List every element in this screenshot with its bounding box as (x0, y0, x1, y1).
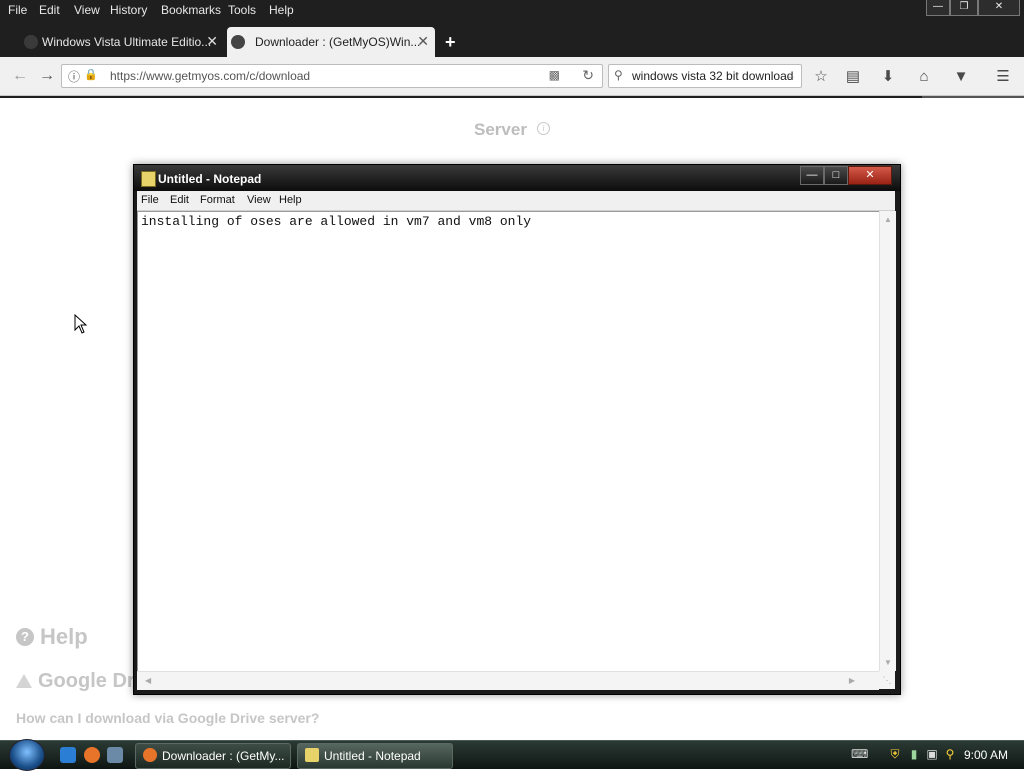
firefox-icon (143, 748, 157, 762)
menu-history[interactable]: History (110, 3, 147, 17)
notepad-text[interactable]: installing of oses are allowed in vm7 an… (141, 214, 531, 229)
restore-button[interactable]: ❐ (950, 0, 978, 16)
scroll-right-icon[interactable]: ▶ (849, 676, 855, 685)
notepad-icon (141, 171, 156, 187)
menu-view[interactable]: View (74, 3, 100, 17)
close-button[interactable]: ✕ (978, 0, 1020, 16)
start-orb-icon[interactable] (9, 739, 45, 771)
resize-grip-icon[interactable]: ⋱ (879, 671, 895, 689)
search-bar[interactable]: ⚲ windows vista 32 bit download → (608, 64, 802, 88)
notepad-minimize-button[interactable]: — (800, 166, 824, 185)
info-icon[interactable]: i (537, 122, 550, 135)
tab-title: Downloader : (GetMyOS)Win... (255, 35, 421, 49)
bookmark-star-icon[interactable]: ☆ (810, 66, 832, 88)
scroll-left-icon[interactable]: ◀ (145, 676, 151, 685)
home-icon[interactable]: ⌂ (913, 66, 935, 88)
url-bar[interactable]: ⓘ 🔒 https://www.getmyos.com/c/download ▩… (61, 64, 603, 88)
firefox-icon[interactable] (84, 747, 100, 763)
back-button[interactable]: ← (10, 66, 30, 86)
menu-help[interactable]: Help (269, 3, 294, 17)
notepad-titlebar[interactable]: Untitled - Notepad — □ ✕ (134, 165, 900, 191)
help-heading: Help (40, 624, 88, 649)
notepad-menu-edit[interactable]: Edit (170, 194, 189, 206)
menu-bookmarks[interactable]: Bookmarks (161, 3, 221, 17)
notepad-close-button[interactable]: ✕ (848, 166, 892, 185)
tab-strip: Windows Vista Ultimate Editio... ✕ Downl… (0, 27, 1024, 57)
search-query[interactable]: windows vista 32 bit download (632, 69, 793, 83)
taskbar-button-firefox[interactable]: Downloader : (GetMy... (135, 743, 291, 769)
site-info-icon[interactable]: ⓘ (68, 68, 80, 85)
keyboard-icon[interactable]: ⌨ (851, 747, 868, 763)
network-icon[interactable]: ▣ (924, 747, 940, 763)
notepad-menu-view[interactable]: View (247, 194, 271, 206)
lock-icon: 🔒 (84, 69, 98, 81)
browser-chrome: File Edit View History Bookmarks Tools H… (0, 0, 1024, 98)
url-text[interactable]: https://www.getmyos.com/c/download (110, 69, 310, 83)
tab-favicon-icon (231, 35, 245, 49)
notepad-menu-file[interactable]: File (141, 194, 159, 206)
notepad-window: Untitled - Notepad — □ ✕ File Edit Forma… (133, 164, 901, 695)
scroll-up-icon[interactable]: ▲ (884, 215, 892, 224)
tab-close-icon[interactable]: ✕ (417, 33, 429, 50)
notepad-icon (305, 748, 319, 762)
help-icon: ? (16, 628, 34, 646)
google-drive-icon (16, 674, 32, 688)
forward-button[interactable]: → (37, 66, 57, 86)
clock[interactable]: 9:00 AM (964, 748, 1008, 762)
bookmarks-list-icon[interactable]: ▤ (842, 66, 864, 88)
search-icon: ⚲ (614, 68, 623, 82)
server-heading: Server (474, 120, 527, 139)
new-tab-button[interactable]: + (445, 32, 456, 53)
tab-title: Windows Vista Ultimate Editio... (42, 35, 212, 49)
vertical-scrollbar[interactable]: ▲ ▼ (879, 211, 896, 671)
notepad-menu-format[interactable]: Format (200, 194, 235, 206)
ie-icon[interactable] (60, 747, 76, 763)
tab-downloader[interactable]: Downloader : (GetMyOS)Win... ✕ (227, 27, 435, 57)
menu-file[interactable]: File (8, 3, 27, 17)
tab-close-icon[interactable]: ✕ (206, 33, 218, 50)
notepad-text-area[interactable]: installing of oses are allowed in vm7 an… (137, 211, 881, 673)
hamburger-menu-icon[interactable]: ☰ (992, 66, 1014, 88)
reader-view-icon[interactable]: ▩ (549, 68, 560, 82)
security-shield-icon[interactable]: ⛨ (887, 747, 903, 763)
horizontal-scrollbar[interactable]: ◀ ▶ (137, 671, 879, 690)
downloads-icon[interactable]: ⬇ (877, 66, 899, 88)
navigation-toolbar: ← → ⓘ 🔒 https://www.getmyos.com/c/downlo… (0, 57, 1024, 96)
pocket-icon[interactable]: ▼ (950, 66, 972, 88)
notepad-menu-help[interactable]: Help (279, 194, 302, 206)
minimize-button[interactable]: — (926, 0, 950, 16)
scroll-down-icon[interactable]: ▼ (884, 658, 892, 667)
search-icon[interactable]: ⚲ (942, 747, 958, 763)
tab-windows-vista[interactable]: Windows Vista Ultimate Editio... ✕ (20, 27, 224, 57)
taskbar: Downloader : (GetMy... Untitled - Notepa… (0, 739, 1024, 771)
taskbar-button-notepad[interactable]: Untitled - Notepad (297, 743, 453, 769)
power-icon[interactable]: ▮ (906, 747, 922, 763)
browser-menubar: File Edit View History Bookmarks Tools H… (0, 0, 900, 20)
show-desktop-icon[interactable] (107, 747, 123, 763)
menu-edit[interactable]: Edit (39, 3, 60, 17)
google-drive-question[interactable]: How can I download via Google Drive serv… (16, 710, 319, 726)
tab-favicon-icon (24, 35, 38, 49)
reload-icon[interactable]: ↻ (582, 67, 594, 84)
menu-tools[interactable]: Tools (228, 3, 256, 17)
notepad-title: Untitled - Notepad (158, 172, 262, 186)
notepad-menubar: File Edit Format View Help (137, 191, 895, 211)
taskbar-button-label: Downloader : (GetMy... (162, 749, 285, 763)
taskbar-button-label: Untitled - Notepad (324, 749, 421, 763)
notepad-maximize-button[interactable]: □ (824, 166, 848, 185)
search-go-icon[interactable]: → (784, 68, 796, 82)
